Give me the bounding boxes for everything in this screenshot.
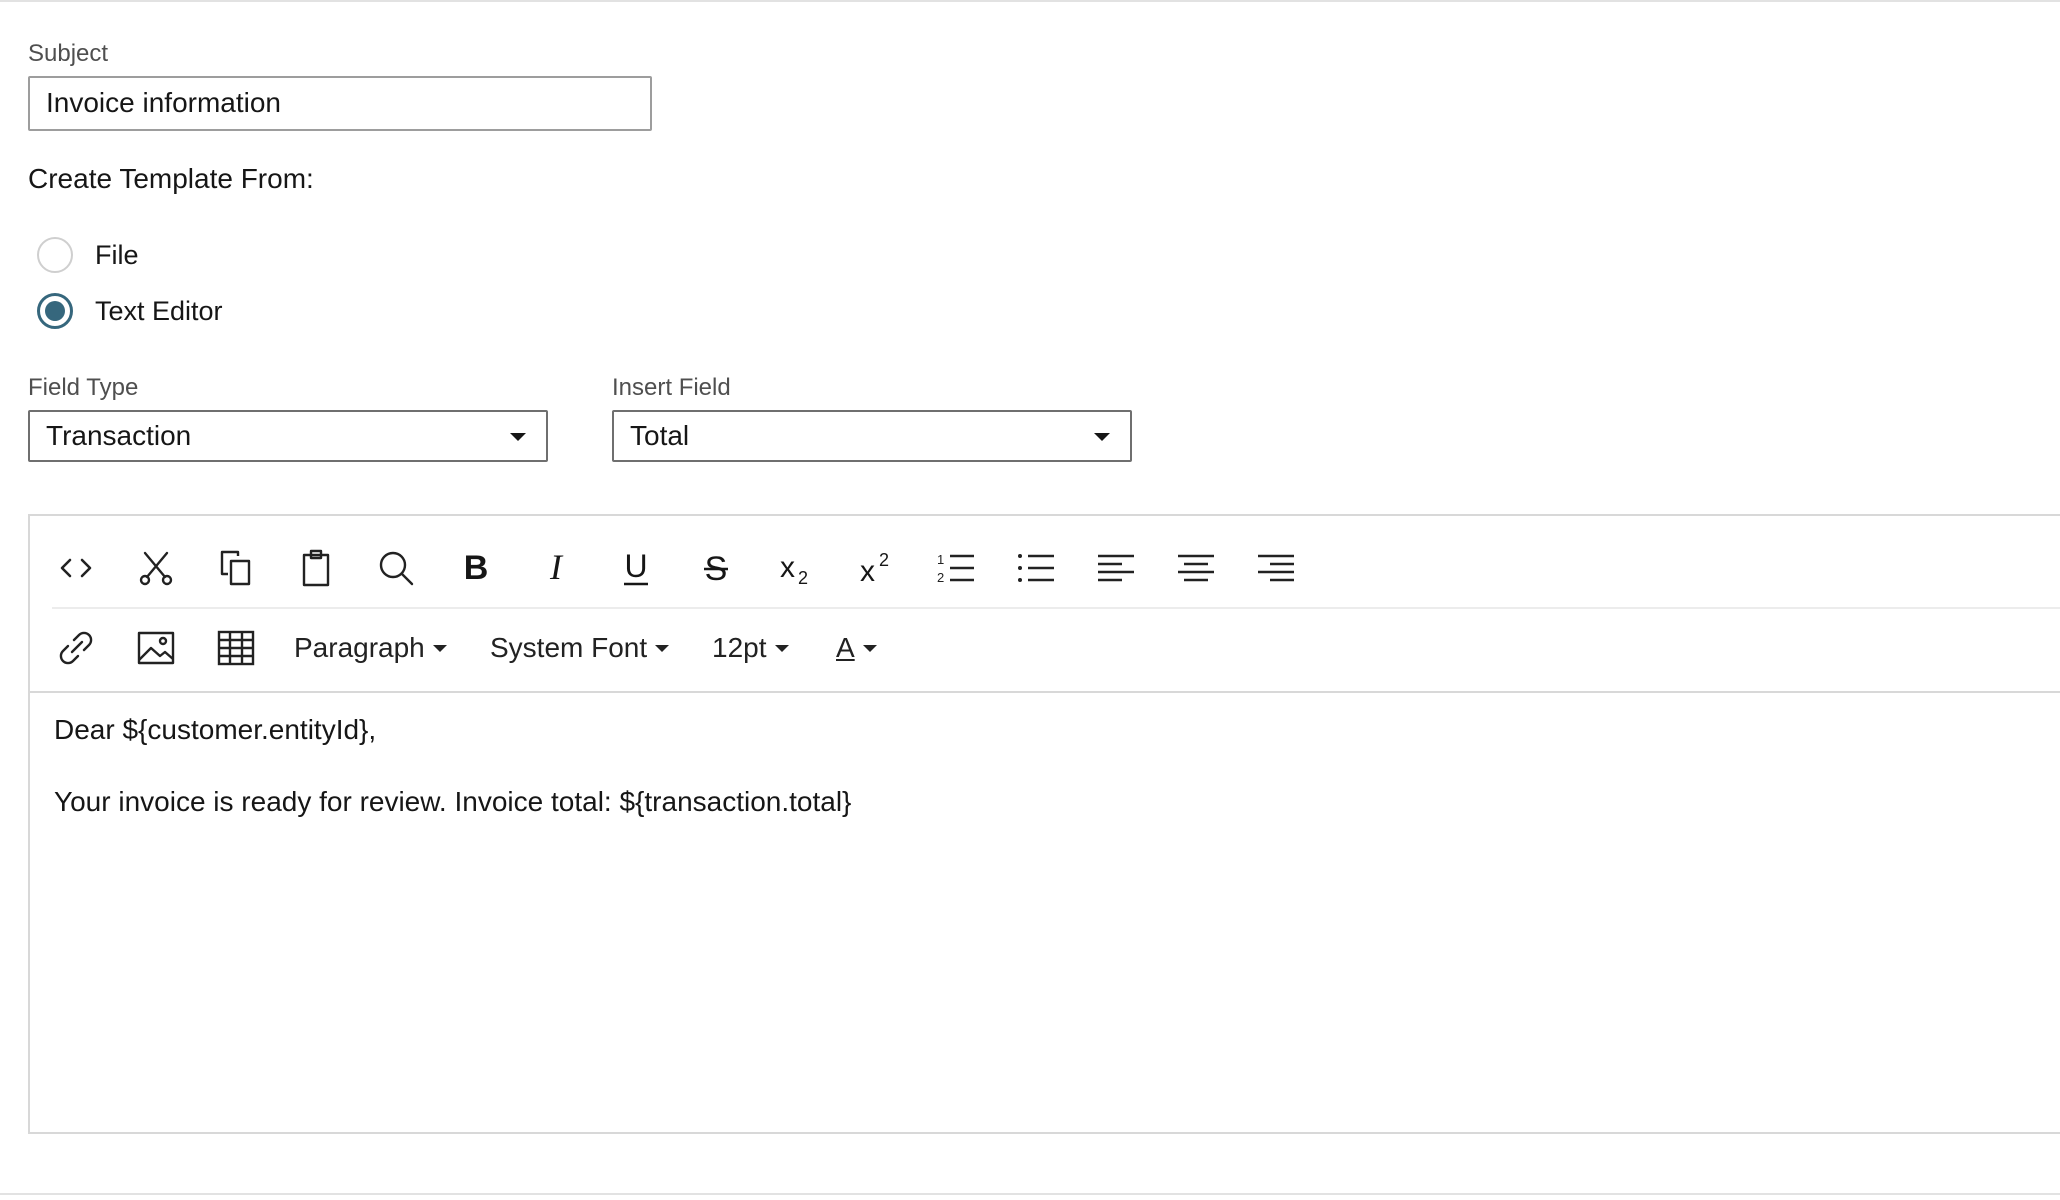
font-size-value: 12pt: [712, 632, 767, 663]
field-type-value: Transaction: [46, 420, 192, 451]
font-family-value: System Font: [490, 632, 648, 663]
svg-text:2: 2: [937, 570, 944, 585]
radio-option-file[interactable]: File: [37, 237, 139, 273]
template-source-title: Create Template From:: [28, 163, 314, 194]
editor-line-greeting: Dear ${customer.entityId},: [54, 714, 377, 745]
font-size-dropdown[interactable]: 12pt: [712, 618, 789, 678]
block-format-value: Paragraph: [294, 632, 425, 663]
radio-option-text-editor[interactable]: Text Editor: [37, 293, 223, 329]
font-family-dropdown[interactable]: System Font: [490, 618, 670, 678]
file-radio-label: File: [95, 239, 139, 270]
chevron-down-icon: [432, 644, 447, 652]
align-left-icon[interactable]: [1086, 538, 1146, 598]
text-color-icon: A: [836, 632, 855, 663]
svg-text:U: U: [624, 548, 647, 584]
subject-label: Subject: [28, 40, 109, 67]
file-radio[interactable]: [37, 237, 73, 273]
subscript-icon[interactable]: x2: [766, 538, 826, 598]
svg-text:I: I: [549, 548, 564, 587]
svg-text:x: x: [860, 555, 875, 588]
toolbar-divider: [52, 607, 2060, 609]
text-editor-radio[interactable]: [37, 293, 73, 329]
chevron-down-icon: [1094, 433, 1110, 441]
editor-toolbar-divider: [30, 691, 2060, 693]
superscript-icon[interactable]: x2: [846, 538, 906, 598]
table-icon[interactable]: [206, 618, 266, 678]
rich-text-editor: B I U S x2 x2 12 Paragraph System Font 1…: [28, 514, 2060, 1134]
chevron-down-icon: [510, 433, 526, 441]
bottom-divider: [0, 1193, 2060, 1195]
cut-icon[interactable]: [126, 538, 186, 598]
bold-icon[interactable]: B: [446, 538, 506, 598]
block-format-dropdown[interactable]: Paragraph: [294, 618, 447, 678]
chevron-down-icon: [774, 644, 789, 652]
insert-field-select[interactable]: Total: [612, 410, 1132, 462]
svg-text:2: 2: [798, 568, 808, 588]
chevron-down-icon: [655, 644, 670, 652]
italic-icon[interactable]: I: [526, 538, 586, 598]
svg-text:x: x: [780, 551, 795, 584]
copy-icon[interactable]: [206, 538, 266, 598]
numbered-list-icon[interactable]: 12: [926, 538, 986, 598]
text-editor-radio-label: Text Editor: [95, 295, 223, 326]
field-type-select[interactable]: Transaction: [28, 410, 548, 462]
editor-line-body: Your invoice is ready for review. Invoic…: [54, 786, 852, 817]
paste-icon[interactable]: [286, 538, 346, 598]
strikethrough-icon[interactable]: S: [686, 538, 746, 598]
text-color-dropdown[interactable]: A: [836, 618, 877, 678]
align-center-icon[interactable]: [1166, 538, 1226, 598]
search-icon[interactable]: [366, 538, 426, 598]
align-right-icon[interactable]: [1246, 538, 1306, 598]
underline-icon[interactable]: U: [606, 538, 666, 598]
insert-field-value: Total: [630, 420, 690, 451]
image-icon[interactable]: [126, 618, 186, 678]
top-divider: [0, 0, 2060, 2]
field-type-label: Field Type: [28, 374, 139, 401]
chevron-down-icon: [862, 644, 877, 652]
source-code-icon[interactable]: [46, 538, 106, 598]
bullet-list-icon[interactable]: [1006, 538, 1066, 598]
insert-field-label: Insert Field: [612, 374, 731, 401]
subject-input[interactable]: Invoice information: [28, 76, 652, 131]
svg-text:1: 1: [937, 552, 944, 567]
link-icon[interactable]: [46, 618, 106, 678]
svg-text:B: B: [464, 549, 489, 587]
svg-text:2: 2: [879, 550, 889, 570]
